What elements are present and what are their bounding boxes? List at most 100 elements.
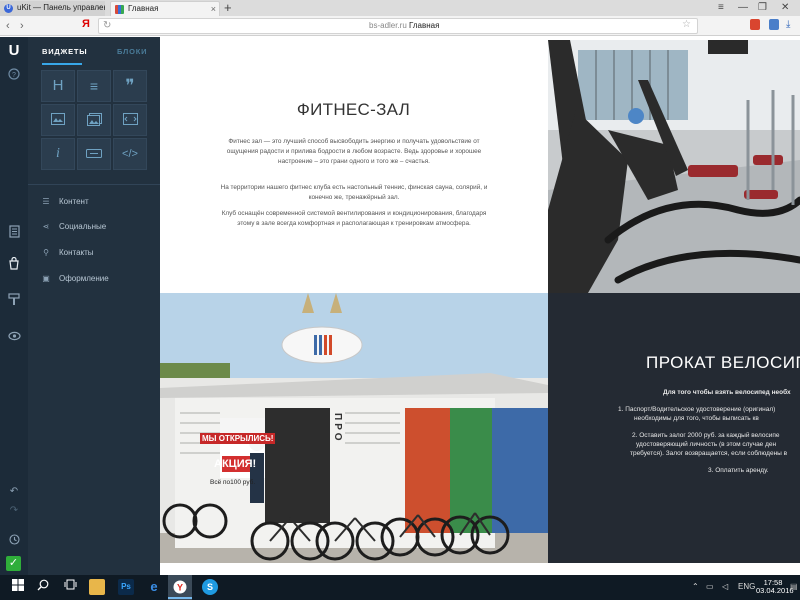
tab-main-page[interactable]: Главная ×	[110, 1, 220, 16]
edge-icon[interactable]: e	[146, 579, 162, 595]
tab-ukit-dashboard[interactable]: U uKit — Панель управления ×	[0, 1, 105, 16]
language-indicator[interactable]: ENG	[738, 581, 755, 593]
gallery-widget-icon[interactable]	[77, 104, 111, 136]
minimize-button[interactable]: —	[738, 1, 748, 14]
panel-tabs: ВИДЖЕТЫ БЛОКИ	[28, 45, 160, 65]
url-field[interactable]: ↻ bs-adler.ru Главная ☆	[98, 18, 698, 34]
bike-rental-title[interactable]: ПРОКАТ ВЕЛОСИП	[646, 353, 800, 373]
image-widget-icon[interactable]	[41, 104, 75, 136]
tray-chevron-icon[interactable]: ⌃	[692, 581, 699, 593]
url-domain: bs-adler.ru	[369, 21, 407, 30]
gym-illustration	[548, 40, 800, 293]
slider-widget-icon[interactable]	[113, 104, 147, 136]
pages-icon[interactable]	[5, 225, 23, 243]
shop-banner-opened: МЫ ОТКРЫЛИСЬ!	[200, 433, 276, 444]
store-icon[interactable]	[5, 256, 23, 275]
tab-close-icon[interactable]: ×	[211, 2, 216, 16]
task-view-icon[interactable]	[62, 579, 78, 595]
design-icon[interactable]	[5, 293, 23, 311]
browser-tab-bar: U uKit — Панель управления × Главная × +…	[0, 0, 800, 16]
fitness-text-block[interactable]: ФИТНЕС-ЗАЛ Фитнес зал — это лучший спосо…	[160, 37, 547, 292]
text-widget-icon[interactable]: ≡	[77, 70, 111, 102]
fitness-paragraph-3[interactable]: Клуб оснащён современной системой вентил…	[218, 209, 490, 229]
menu-item-social[interactable]: ⋖ Социальные	[40, 220, 107, 234]
search-icon[interactable]	[35, 579, 51, 595]
notifications-icon[interactable]: ▤	[790, 581, 798, 593]
location-pin-icon: ⚲	[43, 248, 49, 257]
forward-button[interactable]: ›	[20, 19, 24, 33]
undo-icon[interactable]: ↶	[5, 483, 23, 501]
shop-illustration	[160, 293, 548, 563]
bike-rental-line-5[interactable]: требуется). Залог возвращается, если соб…	[630, 449, 787, 458]
back-button[interactable]: ‹	[6, 19, 10, 33]
menu-item-content[interactable]: ☰ Контент	[40, 195, 89, 209]
share-icon: ⋖	[42, 222, 50, 231]
content-icon: ☰	[42, 197, 50, 206]
bike-rental-block[interactable]: ПРОКАТ ВЕЛОСИП Для того чтобы взять вело…	[548, 293, 800, 563]
info-widget-icon[interactable]: i	[41, 138, 75, 170]
ukit-logo[interactable]: U	[5, 42, 23, 60]
ukit-favicon-icon: U	[4, 4, 13, 13]
shop-sign: ПРО	[332, 413, 343, 444]
adblock-extension-icon[interactable]	[750, 19, 760, 30]
tab-close-icon[interactable]: ×	[97, 1, 102, 15]
svg-text:Y: Y	[177, 583, 183, 593]
active-app-indicator	[168, 597, 192, 599]
app-rail: U ? ↶ ↷ ✓	[0, 37, 28, 575]
menu-item-design[interactable]: ▣ Оформление	[40, 272, 109, 286]
clock-date: 03.04.2016	[756, 586, 794, 595]
bike-rental-line-2[interactable]: необходимы для того, чтобы выписать кв	[634, 414, 759, 423]
tab-title: Главная	[128, 4, 159, 13]
menu-item-label: Контакты	[59, 248, 94, 257]
file-explorer-icon[interactable]	[89, 579, 105, 595]
tab-blocks[interactable]: БЛОКИ	[117, 47, 147, 56]
code-widget-icon[interactable]: </>	[113, 138, 147, 170]
url-page-title: Главная	[409, 21, 440, 30]
publish-check-icon[interactable]: ✓	[6, 556, 21, 571]
site-favicon-icon	[115, 5, 124, 14]
menu-item-label: Оформление	[59, 274, 109, 283]
bike-rental-line-6[interactable]: 3. Оплатить аренду.	[708, 466, 768, 475]
yandex-button[interactable]: Я	[82, 18, 90, 30]
bike-rental-intro[interactable]: Для того чтобы взять велосипед необх	[663, 388, 791, 397]
close-window-button[interactable]: ✕	[781, 1, 789, 14]
menu-item-label: Контент	[59, 197, 89, 206]
button-widget-icon[interactable]	[77, 138, 111, 170]
fitness-title[interactable]: ФИТНЕС-ЗАЛ	[160, 100, 547, 120]
bike-rental-line-3[interactable]: 2. Оставить залог 2000 руб. за каждый ве…	[632, 431, 780, 440]
browser-menu-icon[interactable]: ≡	[718, 1, 724, 14]
bike-rental-line-1[interactable]: 1. Паспорт/Водительское удостоверение (о…	[618, 405, 775, 414]
fitness-paragraph-1[interactable]: Фитнес зал — это лучший способ высвободи…	[218, 137, 490, 167]
network-icon[interactable]: ▭	[706, 581, 714, 593]
download-icon[interactable]: ⤓	[786, 19, 796, 30]
windows-taskbar: Ps e Y S ⌃ ▭ ◁ ENG 17:58 03.04.2016 ▤	[0, 575, 800, 600]
address-bar-row: ‹ › Я ↻ bs-adler.ru Главная ☆ ⤓	[0, 16, 800, 36]
gym-photo[interactable]	[548, 40, 800, 293]
quote-widget-icon[interactable]: ❞	[113, 70, 147, 102]
menu-item-contacts[interactable]: ⚲ Контакты	[40, 246, 94, 260]
skype-icon[interactable]: S	[202, 579, 218, 595]
menu-item-label: Социальные	[59, 222, 107, 231]
new-tab-button[interactable]: +	[224, 0, 232, 15]
maximize-button[interactable]: ❐	[758, 1, 767, 14]
bookmark-star-icon[interactable]: ☆	[682, 19, 691, 30]
bike-rental-line-4[interactable]: удостоверяющий личность (в этом случае д…	[636, 440, 776, 449]
tab-title: uKit — Панель управления	[17, 3, 105, 12]
page-preview[interactable]: ФИТНЕС-ЗАЛ Фитнес зал — это лучший спосо…	[160, 37, 800, 575]
tab-widgets[interactable]: ВИДЖЕТЫ	[42, 47, 87, 56]
fitness-paragraph-2[interactable]: На территории нашего фитнес клуба есть н…	[218, 183, 490, 203]
extension-icon[interactable]	[769, 19, 779, 30]
preview-icon[interactable]	[5, 328, 23, 346]
volume-icon[interactable]: ◁	[722, 581, 728, 593]
system-clock[interactable]: 17:58 03.04.2016	[756, 579, 794, 595]
history-icon[interactable]	[5, 532, 23, 550]
help-icon[interactable]: ?	[5, 67, 23, 85]
heading-widget-icon[interactable]: H	[41, 70, 75, 102]
svg-text:?: ?	[12, 72, 16, 79]
shop-banner-sale: АКЦИЯ!	[214, 458, 257, 470]
windows-start-icon[interactable]	[10, 579, 26, 595]
photoshop-icon[interactable]: Ps	[118, 579, 134, 595]
bike-shop-photo[interactable]: МЫ ОТКРЫЛИСЬ! АКЦИЯ! Всё по100 руб. ПРО	[160, 293, 548, 563]
reload-icon[interactable]: ↻	[103, 19, 111, 33]
redo-icon[interactable]: ↷	[5, 502, 23, 520]
